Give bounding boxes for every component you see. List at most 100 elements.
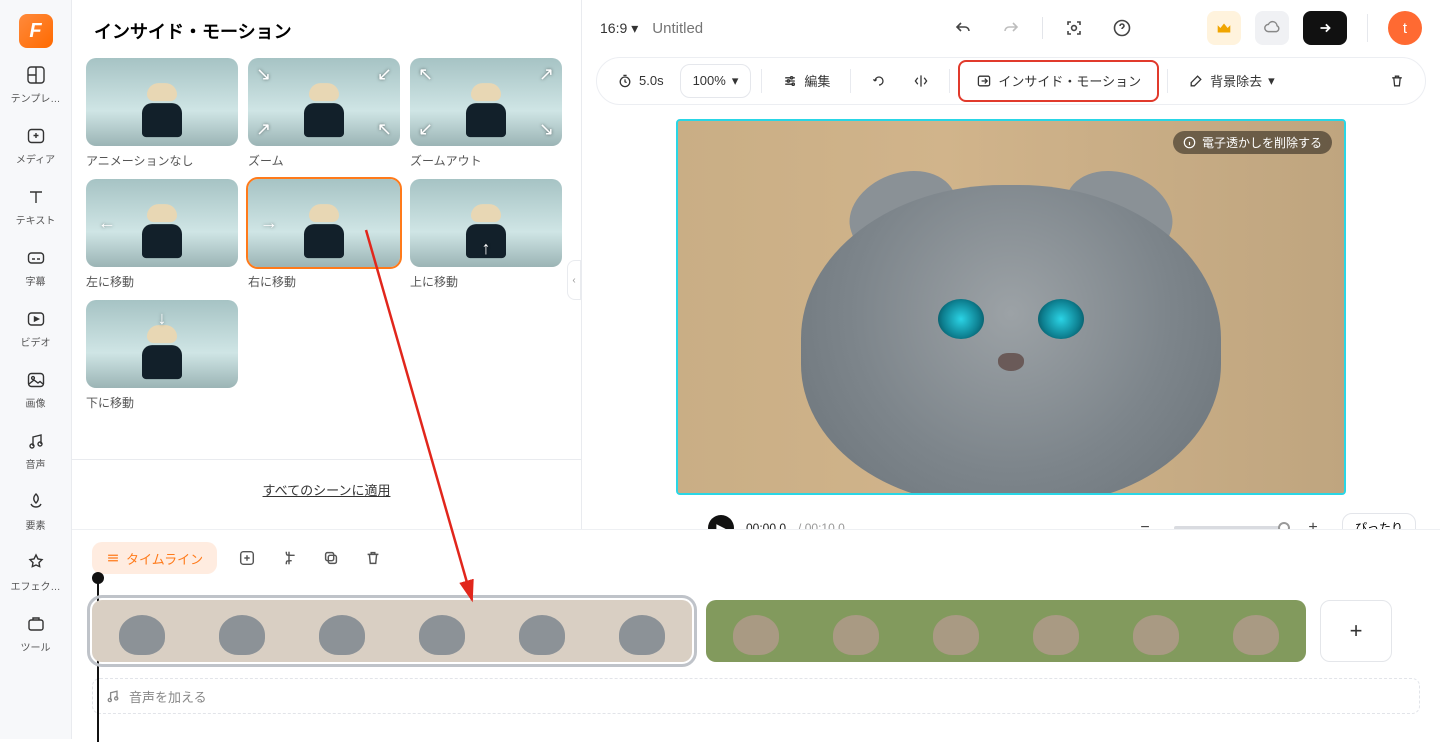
topbar: 16:9 ▾ t — [582, 0, 1440, 57]
duration-value: 5.0s — [639, 73, 664, 88]
zoom-value: 100% — [693, 73, 726, 88]
apply-all-link[interactable]: すべてのシーンに適用 — [263, 480, 391, 499]
add-scene-button[interactable]: + — [1320, 600, 1392, 662]
preset-zoom[interactable]: ↘ ↙ ↗ ↖ ズーム — [248, 58, 400, 169]
collapse-panel-handle[interactable]: ‹ — [567, 260, 581, 300]
text-icon — [25, 186, 47, 208]
nav-audio[interactable]: 音声 — [6, 422, 66, 475]
chevron-down-icon: ▾ — [1268, 73, 1275, 89]
trash-icon — [1389, 73, 1405, 89]
timeline-toolbar: タイムライン — [72, 536, 1440, 580]
aspect-ratio-select[interactable]: 16:9 ▾ — [600, 20, 638, 37]
nav-label: ビデオ — [21, 334, 51, 349]
preset-none[interactable]: アニメーションなし — [86, 58, 238, 169]
preset-label: 下に移動 — [86, 394, 238, 411]
eraser-icon — [1188, 73, 1204, 89]
separator — [1367, 14, 1368, 42]
arrow-down-icon: ↓ — [158, 308, 167, 329]
timeline-ruler[interactable] — [92, 580, 1420, 590]
preset-label: 左に移動 — [86, 273, 238, 290]
preset-label: アニメーションなし — [86, 152, 238, 169]
nav-rail: F テンプレ… メディア テキスト 字幕 ビデオ 画像 音声 要素 エフェク… … — [0, 0, 72, 739]
timeline-tab[interactable]: タイムライン — [92, 542, 217, 574]
nav-templates[interactable]: テンプレ… — [6, 56, 66, 109]
add-clip-button[interactable] — [235, 546, 259, 570]
sliders-icon — [782, 73, 798, 89]
premium-button[interactable] — [1207, 11, 1241, 45]
nav-label: テキスト — [16, 212, 56, 227]
arrow-in-icon: ↗ — [256, 119, 271, 140]
nav-label: 要素 — [26, 517, 46, 532]
nav-label: ツール — [21, 639, 51, 654]
separator — [850, 69, 851, 93]
nav-label: 字幕 — [26, 273, 46, 288]
preset-move-down[interactable]: ↓ 下に移動 — [86, 300, 238, 411]
arrow-out-icon: ↗ — [539, 64, 554, 85]
preset-move-up[interactable]: ↑ 上に移動 — [410, 179, 562, 290]
tools-icon — [25, 613, 47, 635]
timeline-tab-label: タイムライン — [126, 549, 203, 568]
export-button[interactable] — [1303, 11, 1347, 45]
clip-01[interactable]: 01 — [92, 600, 692, 662]
project-title-input[interactable] — [652, 20, 852, 37]
inside-motion-label: インサイド・モーション — [998, 71, 1141, 90]
arrow-in-icon: ↘ — [256, 64, 271, 85]
redo-button[interactable] — [994, 11, 1028, 45]
media-icon — [25, 125, 47, 147]
flip-icon — [913, 73, 929, 89]
arrow-in-icon: ↙ — [377, 64, 392, 85]
preset-label: ズーム — [248, 152, 400, 169]
duration-button[interactable]: 5.0s — [607, 64, 674, 98]
preset-label: ズームアウト — [410, 152, 562, 169]
nav-label: 音声 — [26, 456, 46, 471]
add-audio-row[interactable]: 音声を加える — [92, 678, 1420, 714]
nav-text[interactable]: テキスト — [6, 178, 66, 231]
bg-remove-label: 背景除去 — [1210, 71, 1262, 90]
help-button[interactable] — [1105, 11, 1139, 45]
playhead[interactable] — [92, 572, 104, 584]
nav-video[interactable]: ビデオ — [6, 300, 66, 353]
nav-media[interactable]: メディア — [6, 117, 66, 170]
arrow-up-icon: ↑ — [482, 238, 491, 259]
bg-remove-button[interactable]: 背景除去 ▾ — [1178, 64, 1285, 98]
scan-button[interactable] — [1057, 11, 1091, 45]
preset-label: 上に移動 — [410, 273, 562, 290]
nav-tools[interactable]: ツール — [6, 605, 66, 658]
nav-effects[interactable]: エフェク… — [6, 544, 66, 597]
clips-row: 01 02 + — [72, 590, 1440, 672]
preset-move-left[interactable]: ← 左に移動 — [86, 179, 238, 290]
undo-button[interactable] — [946, 11, 980, 45]
edit-button[interactable]: 編集 — [772, 64, 840, 98]
flip-button[interactable] — [903, 64, 939, 98]
remove-watermark-button[interactable]: 電子透かしを削除する — [1173, 131, 1332, 154]
arrow-in-icon: ↖ — [377, 119, 392, 140]
rotate-ccw-button[interactable] — [861, 64, 897, 98]
subtitles-icon — [25, 247, 47, 269]
preview-frame[interactable]: 電子透かしを削除する — [676, 119, 1346, 495]
delete-clip-button[interactable] — [361, 546, 385, 570]
inside-motion-button[interactable]: インサイド・モーション — [966, 64, 1151, 98]
arrow-out-icon: ↘ — [539, 119, 554, 140]
preset-move-right[interactable]: → 右に移動 — [248, 179, 400, 290]
audio-icon — [25, 430, 47, 452]
info-icon — [1183, 136, 1196, 149]
nav-subtitles[interactable]: 字幕 — [6, 239, 66, 292]
separator — [1167, 69, 1168, 93]
app-logo[interactable]: F — [19, 14, 53, 48]
arrow-left-icon: ← — [98, 213, 116, 234]
cloud-sync-button[interactable] — [1255, 11, 1289, 45]
zoom-select[interactable]: 100% ▾ — [680, 64, 752, 98]
context-toolbar: 5.0s 100% ▾ 編集 インサイド・モーション — [596, 57, 1426, 105]
separator — [949, 69, 950, 93]
split-button[interactable] — [277, 546, 301, 570]
chevron-down-icon: ▾ — [732, 73, 739, 89]
preset-zoom-out[interactable]: ↖ ↗ ↙ ↘ ズームアウト — [410, 58, 562, 169]
delete-button[interactable] — [1379, 64, 1415, 98]
music-note-icon — [105, 688, 121, 704]
nav-elements[interactable]: 要素 — [6, 483, 66, 536]
user-avatar[interactable]: t — [1388, 11, 1422, 45]
nav-image[interactable]: 画像 — [6, 361, 66, 414]
panel-title: インサイド・モーション — [72, 0, 581, 58]
duplicate-button[interactable] — [319, 546, 343, 570]
clip-02[interactable]: 02 — [706, 600, 1306, 662]
